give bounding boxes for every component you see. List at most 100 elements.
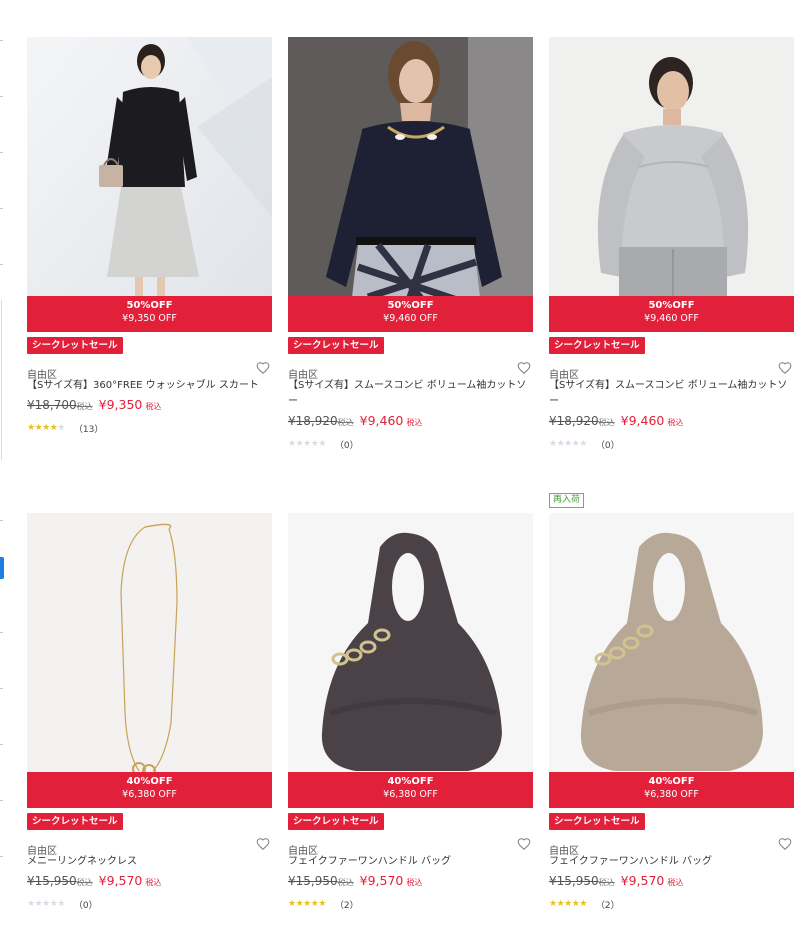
sale-tax-label: 税込 [145,402,162,411]
sale-price: ¥9,460 [620,413,665,428]
discount-band: 40%OFF ¥6,380 OFF [288,772,533,808]
brand-name[interactable]: 自由区 [27,370,57,381]
review-count: （13） [73,424,104,435]
rating-stars: ★★★★★ [288,438,326,450]
sale-price: ¥9,460 [359,413,404,428]
product-card[interactable]: 50%OFF ¥9,350 OFF シークレットセール 自由区 【Sサイズ有】3… [27,37,272,435]
secret-sale-tag: シークレットセール [549,813,645,830]
brand-row: 自由区 [288,837,533,857]
original-price: ¥18,920 [549,414,599,428]
star-icon: ★ [318,439,326,449]
rating-row: ★★★★★ （13） [27,421,272,435]
sale-tax-label: 税込 [145,878,162,887]
review-count: （0） [595,440,620,451]
product-photo-blouse-grey [549,37,794,332]
rating-row: ★★★★★ （0） [549,437,794,451]
review-count: （0） [73,900,98,911]
product-card[interactable]: 50%OFF ¥9,460 OFF シークレットセール 自由区 【Sサイズ有】ス… [549,37,794,451]
rating-stars: ★★★★★ [27,422,65,434]
edge-tick [0,264,3,265]
original-tax-label: 税込 [598,878,615,887]
product-card[interactable]: 50%OFF ¥9,460 OFF シークレットセール 自由区 【Sサイズ有】ス… [288,37,533,451]
product-card[interactable]: 40%OFF ¥6,380 OFF シークレットセール 自由区 メニーリングネッ… [27,513,272,911]
product-title[interactable]: 【Sサイズ有】スムースコンビ ボリューム袖カットソー [288,378,530,410]
original-price: ¥15,950 [288,874,338,888]
price-row: ¥15,950税込 ¥9,570 税込 [288,872,533,891]
discount-amount: ¥9,350 OFF [122,313,177,324]
price-row: ¥15,950税込 ¥9,570 税込 [27,872,272,891]
product-image[interactable]: 50%OFF ¥9,460 OFF [549,37,794,332]
edge-tick [0,520,3,521]
brand-name[interactable]: 自由区 [549,370,579,381]
heart-outline-icon[interactable] [778,837,792,851]
heart-outline-icon[interactable] [517,361,531,375]
brand-row: 自由区 [288,361,533,381]
product-image[interactable]: 50%OFF ¥9,350 OFF [27,37,272,332]
star-icon: ★ [288,899,296,909]
edge-tick [0,208,3,209]
product-photo-necklace [27,513,272,808]
left-edge-strip [0,0,6,945]
brand-row: 自由区 [549,837,794,857]
original-price: ¥18,920 [288,414,338,428]
product-image[interactable]: 40%OFF ¥6,380 OFF [27,513,272,808]
discount-band: 40%OFF ¥6,380 OFF [27,772,272,808]
original-price: ¥18,700 [27,398,77,412]
original-tax-label: 税込 [76,878,93,887]
star-icon: ★ [57,899,65,909]
product-title[interactable]: フェイクファーワンハンドル バッグ [288,854,530,870]
star-icon: ★ [564,439,572,449]
edge-tick [0,632,3,633]
edge-tick [0,800,3,801]
original-price: ¥15,950 [549,874,599,888]
product-card[interactable]: 再入荷 40%OFF ¥6,380 OFF シークレットセール 自由区 フェイク… [549,493,794,911]
rating-stars: ★★★★★ [27,898,65,910]
star-icon: ★ [564,899,572,909]
brand-name[interactable]: 自由区 [288,370,318,381]
sale-tax-label: 税込 [406,418,423,427]
brand-name[interactable]: 自由区 [288,846,318,857]
product-title[interactable]: 【Sサイズ有】スムースコンビ ボリューム袖カットソー [549,378,791,410]
heart-outline-icon[interactable] [517,837,531,851]
star-icon: ★ [318,899,326,909]
sale-tax-label: 税込 [667,878,684,887]
discount-percent: 50%OFF [648,300,695,311]
product-image[interactable]: 40%OFF ¥6,380 OFF [549,513,794,808]
discount-band: 50%OFF ¥9,460 OFF [549,296,794,332]
brand-name[interactable]: 自由区 [549,846,579,857]
original-tax-label: 税込 [76,402,93,411]
brand-row: 自由区 [27,837,272,857]
heart-outline-icon[interactable] [778,361,792,375]
review-count: （0） [334,440,359,451]
brand-name[interactable]: 自由区 [27,846,57,857]
star-icon: ★ [303,439,311,449]
edge-tick [0,856,3,857]
sale-price: ¥9,570 [620,873,665,888]
star-icon: ★ [42,899,50,909]
discount-percent: 50%OFF [387,300,434,311]
review-count: （2） [334,900,359,911]
original-tax-label: 税込 [598,418,615,427]
secret-sale-tag: シークレットセール [288,337,384,354]
heart-outline-icon[interactable] [256,837,270,851]
product-image[interactable]: 40%OFF ¥6,380 OFF [288,513,533,808]
price-row: ¥15,950税込 ¥9,570 税込 [549,872,794,891]
product-title[interactable]: メニーリングネックレス [27,854,269,870]
discount-amount: ¥9,460 OFF [644,313,699,324]
heart-outline-icon[interactable] [256,361,270,375]
star-icon: ★ [42,423,50,433]
secret-sale-tag: シークレットセール [27,813,123,830]
product-title[interactable]: フェイクファーワンハンドル バッグ [549,854,791,870]
rating-stars: ★★★★★ [549,438,587,450]
sale-price: ¥9,570 [359,873,404,888]
discount-amount: ¥6,380 OFF [383,789,438,800]
rating-row: ★★★★★ （2） [549,897,794,911]
edge-tick [0,152,3,153]
product-card[interactable]: 40%OFF ¥6,380 OFF シークレットセール 自由区 フェイクファーワ… [288,513,533,911]
product-image[interactable]: 50%OFF ¥9,460 OFF [288,37,533,332]
side-drawer-tab[interactable] [0,557,4,579]
discount-percent: 40%OFF [126,776,173,787]
edge-tick [0,40,3,41]
product-title[interactable]: 【Sサイズ有】360°FREE ウォッシャブル スカート [27,378,269,394]
star-icon: ★ [288,439,296,449]
